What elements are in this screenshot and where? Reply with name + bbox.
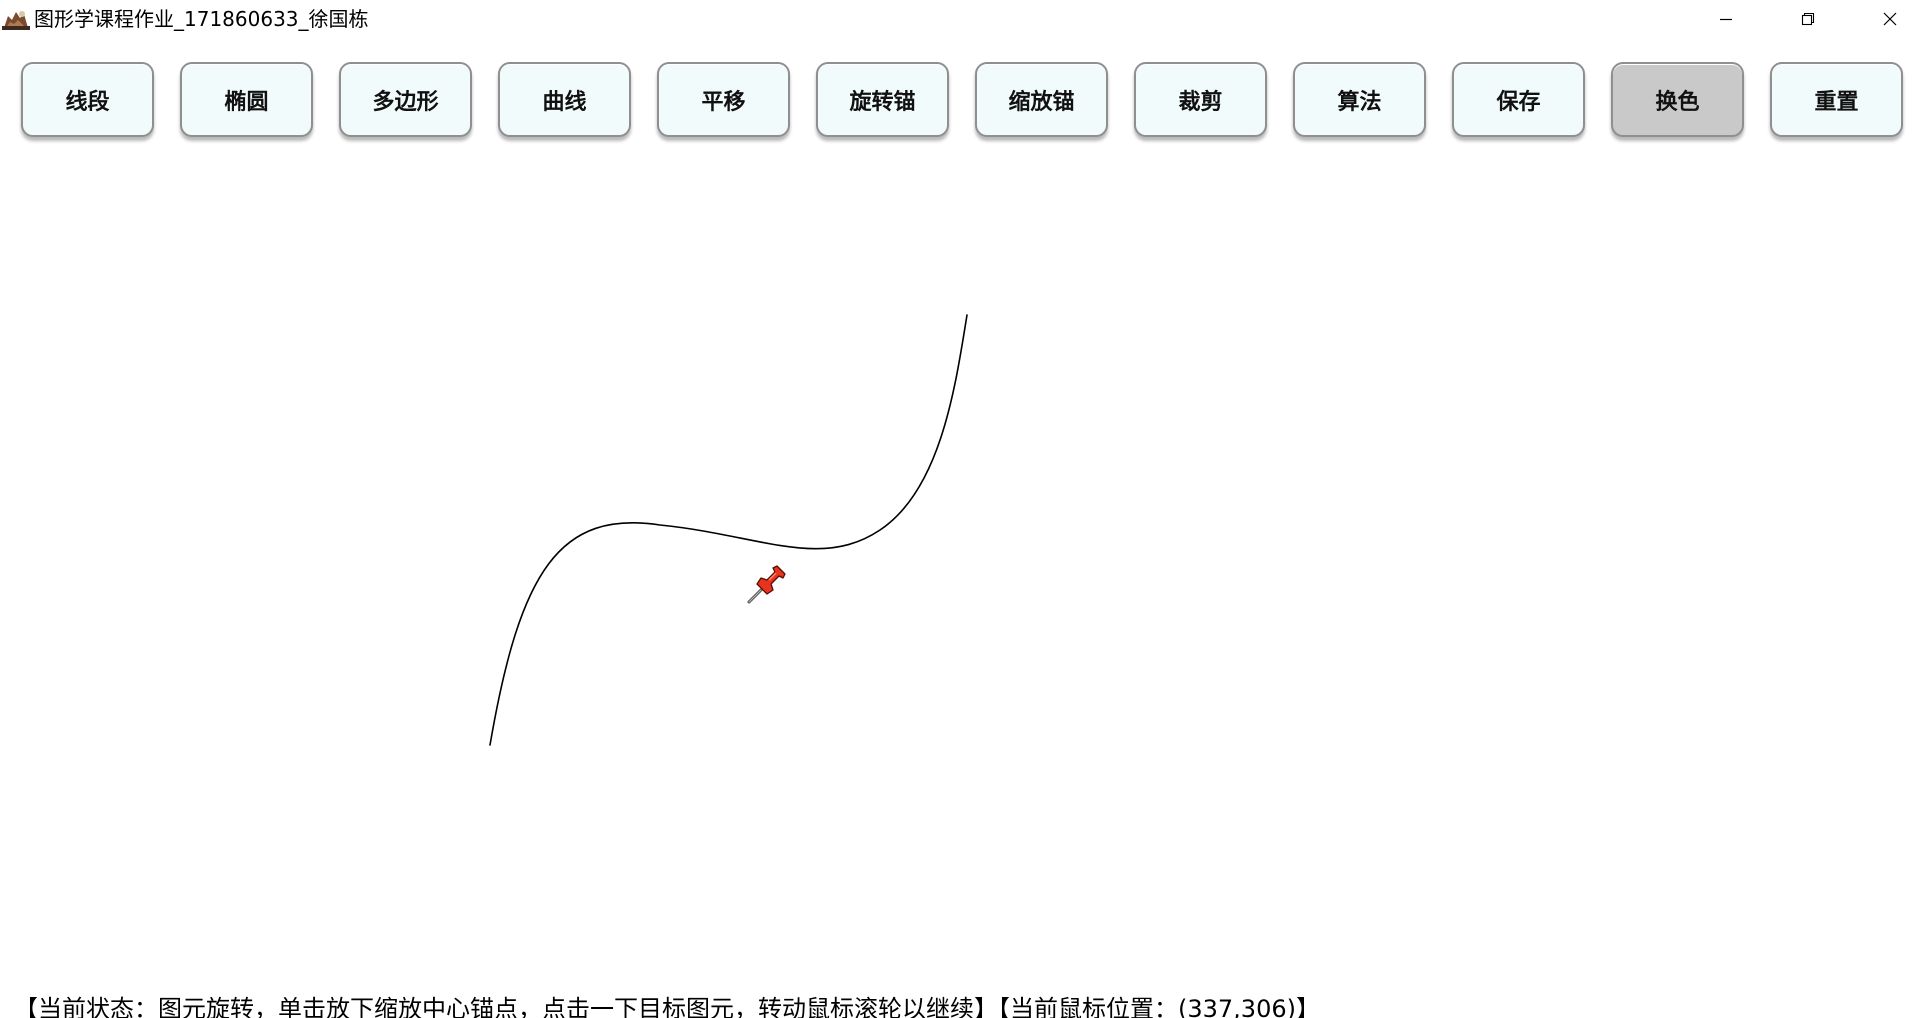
change-color-button[interactable]: 换色 xyxy=(1611,62,1744,137)
restore-button[interactable] xyxy=(1772,0,1844,38)
clip-button[interactable]: 裁剪 xyxy=(1134,62,1267,137)
window-title: 图形学课程作业_171860633_徐国栋 xyxy=(34,7,369,31)
title-bar[interactable]: 图形学课程作业_171860633_徐国栋 xyxy=(0,0,1919,38)
algorithm-button[interactable]: 算法 xyxy=(1293,62,1426,137)
polygon-button[interactable]: 多边形 xyxy=(339,62,472,137)
minimize-button[interactable] xyxy=(1690,0,1762,38)
pushpin-icon[interactable] xyxy=(745,560,791,606)
ellipse-button[interactable]: 椭圆 xyxy=(180,62,313,137)
rotate-anchor-button[interactable]: 旋转锚 xyxy=(816,62,949,137)
close-icon xyxy=(1883,12,1897,26)
restore-icon xyxy=(1801,12,1815,26)
close-button[interactable] xyxy=(1854,0,1919,38)
minimize-icon xyxy=(1720,18,1732,21)
line-button[interactable]: 线段 xyxy=(21,62,154,137)
reset-button[interactable]: 重置 xyxy=(1770,62,1903,137)
app-window: 图形学课程作业_171860633_徐国栋 线段 椭圆 多边形 曲线 平移 旋转… xyxy=(0,0,1919,1018)
status-text: 【当前状态：图元旋转，单击放下缩放中心锚点，点击一下目标图元，转动鼠标滚轮以继续… xyxy=(14,995,1320,1018)
app-logo-icon xyxy=(2,8,30,30)
canvas-surface xyxy=(489,314,968,746)
toolbar: 线段 椭圆 多边形 曲线 平移 旋转锚 缩放锚 裁剪 算法 保存 换色 重置 xyxy=(0,58,1919,144)
save-button[interactable]: 保存 xyxy=(1452,62,1585,137)
bezier-curve[interactable] xyxy=(489,314,968,746)
scale-anchor-button[interactable]: 缩放锚 xyxy=(975,62,1108,137)
drawing-canvas[interactable] xyxy=(0,150,1919,985)
curve-button[interactable]: 曲线 xyxy=(498,62,631,137)
translate-button[interactable]: 平移 xyxy=(657,62,790,137)
